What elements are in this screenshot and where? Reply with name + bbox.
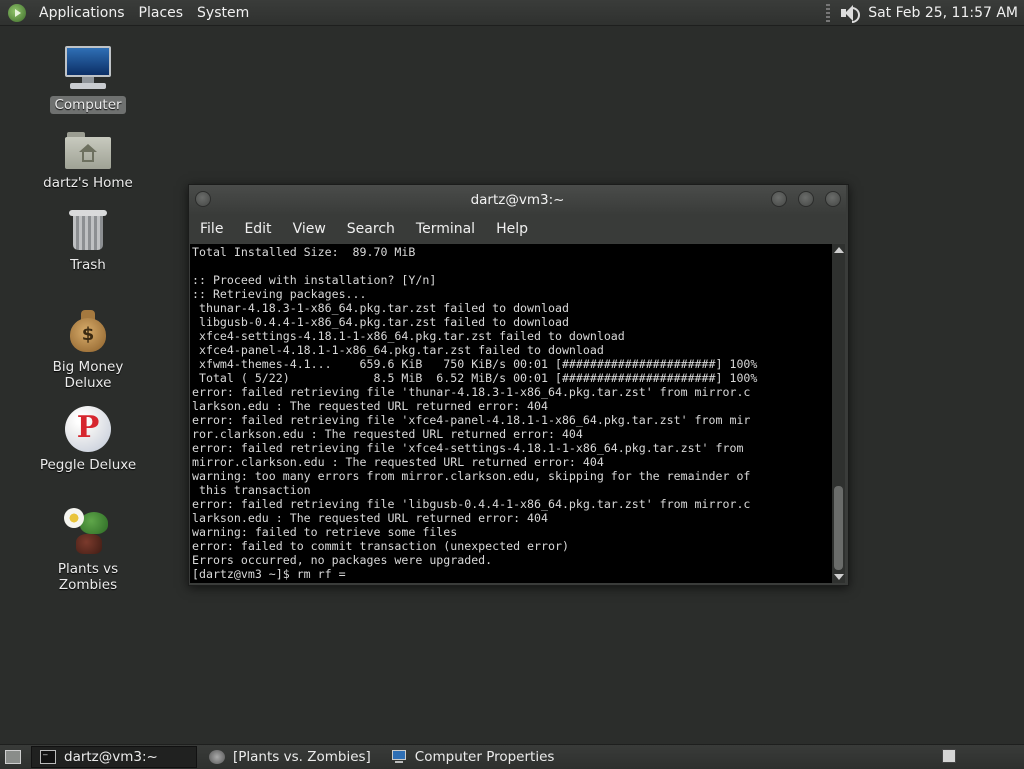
desktop-icon-computer[interactable]: Computer — [28, 46, 148, 114]
home-folder-icon — [65, 130, 111, 170]
desktop-icon-label: Trash — [70, 257, 106, 273]
desktop-icon-home[interactable]: dartz's Home — [28, 130, 148, 192]
terminal-scrollbar[interactable] — [832, 244, 845, 583]
computer-icon — [391, 750, 407, 764]
clock[interactable]: Sat Feb 25, 11:57 AM — [868, 5, 1018, 21]
maximize-button[interactable] — [798, 191, 814, 207]
desktop-icon-peggle-deluxe[interactable]: P Peggle Deluxe — [28, 406, 148, 474]
terminal-output[interactable]: Total Installed Size: 89.70 MiB :: Proce… — [190, 244, 832, 583]
peggle-icon: P — [65, 406, 111, 452]
close-button[interactable] — [825, 191, 841, 207]
top-panel: Applications Places System Sat Feb 25, 1… — [0, 0, 1024, 26]
plants-vs-zombies-icon — [209, 750, 225, 764]
menu-file[interactable]: File — [189, 221, 233, 237]
minimize-button[interactable] — [771, 191, 787, 207]
menu-view[interactable]: View — [282, 221, 336, 237]
menu-system[interactable]: System — [190, 5, 256, 21]
tray-handle-icon[interactable] — [826, 3, 831, 22]
desktop-icon-label: dartz's Home — [43, 175, 133, 191]
system-tray: Sat Feb 25, 11:57 AM — [826, 0, 1024, 25]
terminal-menubar: File Edit View Search Terminal Help — [189, 215, 846, 243]
workspace-switcher[interactable] — [942, 749, 956, 763]
trash-icon — [69, 208, 107, 252]
taskbar-item-terminal[interactable]: dartz@vm3:~ — [31, 746, 197, 768]
desktop-icon-label: Computer — [50, 96, 126, 114]
desktop-icon-label: Plants vs Zombies — [57, 561, 119, 593]
window-titlebar[interactable]: dartz@vm3:~ — [189, 185, 846, 215]
show-desktop-icon[interactable] — [5, 750, 21, 764]
taskbar-item-plants-vs-zombies[interactable]: [Plants vs. Zombies] — [201, 746, 379, 768]
terminal-text: Total Installed Size: 89.70 MiB :: Proce… — [192, 245, 758, 581]
desktop-icon-big-money-deluxe[interactable]: $ Big Money Deluxe — [28, 310, 148, 392]
scroll-down-icon[interactable] — [834, 574, 844, 580]
taskbar-item-label: Computer Properties — [414, 749, 555, 765]
menu-search[interactable]: Search — [336, 221, 405, 237]
bottom-panel: dartz@vm3:~ [Plants vs. Zombies] Compute… — [0, 744, 1024, 769]
scrollbar-thumb[interactable] — [834, 486, 843, 570]
scroll-up-icon[interactable] — [834, 247, 844, 253]
desktop-icon-plants-vs-zombies[interactable]: Plants vs Zombies — [28, 506, 148, 594]
money-bag-icon: $ — [68, 310, 108, 354]
desktop-icon-label: Big Money Deluxe — [52, 359, 124, 391]
terminal-icon — [40, 746, 56, 764]
taskbar-item-label: [Plants vs. Zombies] — [233, 749, 371, 765]
menu-edit[interactable]: Edit — [233, 221, 281, 237]
window-title: dartz@vm3:~ — [470, 192, 565, 208]
taskbar-item-label: dartz@vm3:~ — [64, 749, 158, 765]
terminal-window: dartz@vm3:~ File Edit View Search Termin… — [188, 184, 849, 586]
plants-vs-zombies-icon — [64, 506, 112, 556]
distro-logo-icon[interactable] — [8, 3, 26, 22]
menu-places[interactable]: Places — [132, 5, 191, 21]
computer-icon — [64, 46, 112, 92]
taskbar-item-computer-properties[interactable]: Computer Properties — [383, 746, 563, 768]
menu-terminal[interactable]: Terminal — [405, 221, 485, 237]
desktop-icon-trash[interactable]: Trash — [28, 208, 148, 274]
menu-help[interactable]: Help — [485, 221, 538, 237]
speaker-icon[interactable] — [838, 3, 861, 23]
desktop-icon-label: Peggle Deluxe — [39, 457, 137, 473]
menu-applications[interactable]: Applications — [32, 5, 132, 21]
